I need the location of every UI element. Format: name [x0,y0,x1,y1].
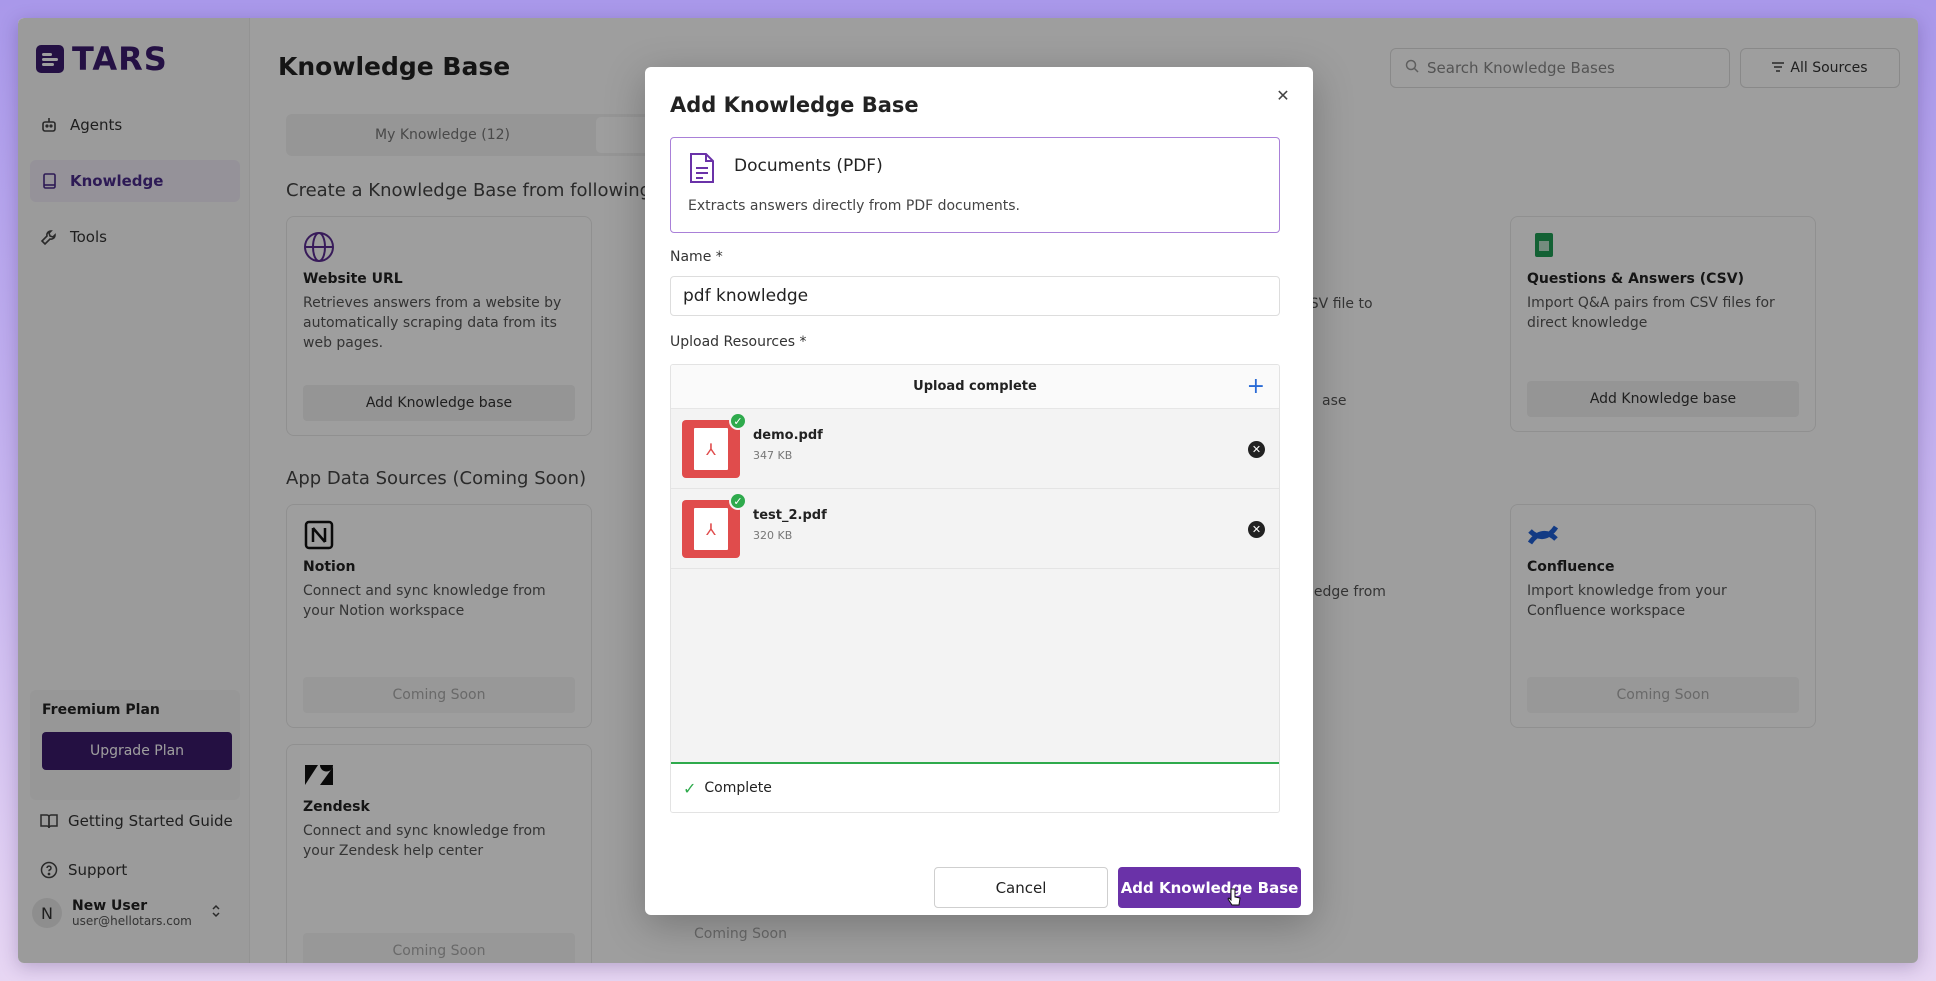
upload-header-text: Upload complete [913,379,1037,394]
upload-status-text: Complete [704,780,772,796]
upload-header: Upload complete + [671,365,1279,409]
modal-title: Add Knowledge Base [670,93,919,117]
type-title: Documents (PDF) [734,156,883,176]
check-icon: ✓ [683,778,697,798]
check-icon: ✓ [729,492,747,510]
file-size: 320 KB [753,529,793,542]
pointer-cursor-icon [1227,888,1241,908]
file-name: test_2.pdf [753,508,827,523]
upload-area: Upload complete + ⅄ ✓ demo.pdf 347 KB ✕ … [670,364,1280,813]
type-desc: Extracts answers directly from PDF docum… [688,198,1020,214]
file-row: ⅄ ✓ demo.pdf 347 KB ✕ [671,409,1279,489]
document-icon [689,152,715,184]
remove-file-icon[interactable]: ✕ [1248,521,1265,538]
file-name: demo.pdf [753,428,823,443]
pdf-file-icon: ⅄ [682,500,740,558]
close-icon[interactable]: ✕ [1273,85,1293,105]
upload-label: Upload Resources * [670,334,807,350]
file-row: ⅄ ✓ test_2.pdf 320 KB ✕ [671,489,1279,569]
remove-file-icon[interactable]: ✕ [1248,441,1265,458]
pdf-file-icon: ⅄ [682,420,740,478]
knowledge-type-card: Documents (PDF) Extracts answers directl… [670,137,1280,233]
add-knowledge-base-button[interactable]: Add Knowledge Base [1118,867,1301,908]
cancel-button[interactable]: Cancel [934,867,1108,908]
file-size: 347 KB [753,449,793,462]
add-file-icon[interactable]: + [1247,374,1265,399]
name-field[interactable]: pdf knowledge [670,276,1280,316]
check-icon: ✓ [729,412,747,430]
upload-status-bar: ✓ Complete [671,762,1279,812]
app-window: TARS Agents Knowledge Tools Freemium Pla… [18,18,1918,963]
add-knowledge-base-modal: Add Knowledge Base ✕ Documents (PDF) Ext… [645,67,1313,915]
name-label: Name * [670,249,723,265]
